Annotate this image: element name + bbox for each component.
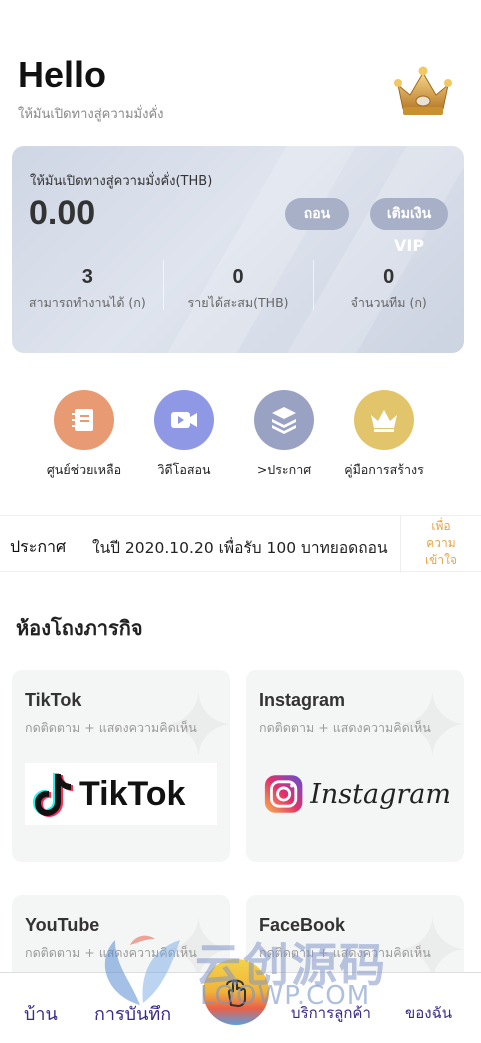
- notebook-icon: [54, 390, 114, 450]
- quick-link-announcement[interactable]: >ประกาศ: [234, 390, 334, 480]
- header: Hello ให้มันเปิดทางสู่ความมั่งคั่ง: [18, 55, 458, 130]
- quick-links: ศูนย์ช่วยเหลือ วิดีโอสอน >ประกาศ คู่มือก…: [34, 390, 434, 480]
- stat-team-size: 0 จำนวนทีม (ก): [313, 260, 464, 322]
- notice-bar: ประกาศ ในปี 2020.10.20 เพื่อรับ 100 บาทย…: [0, 515, 481, 573]
- tap-hand-icon: [226, 979, 246, 1008]
- tab-mine[interactable]: ของฉัน: [405, 1001, 452, 1025]
- tab-customer-service[interactable]: บริการลูกค้า: [291, 1001, 371, 1025]
- vip-badge[interactable]: VIP: [394, 236, 424, 255]
- stat-total-income: 0 รายได้สะสม(THB): [162, 260, 314, 322]
- wallet-label: ให้มันเปิดทางสู่ความมั่งคั่ง(THB): [30, 174, 213, 189]
- task-card-tiktok[interactable]: ✦ TikTok กดติดตาม + แสดงความคิดเห็น TikT…: [12, 670, 230, 862]
- center-action-button[interactable]: [203, 959, 269, 1025]
- section-title: ห้องโถงภารกิจ: [16, 616, 143, 640]
- wallet-card: ให้มันเปิดทางสู่ความมั่งคั่ง(THB) 0.00 ถ…: [12, 146, 464, 353]
- wallet-amount: 0.00: [29, 194, 96, 232]
- quick-link-video-tutorial[interactable]: วิดีโอสอน: [134, 390, 234, 480]
- notice-detail-button[interactable]: เพื่อ ความ เข้าใจ: [400, 516, 481, 573]
- video-icon: [154, 390, 214, 450]
- tab-records[interactable]: การบันทึก: [94, 999, 171, 1028]
- crown-icon: [354, 390, 414, 450]
- task-card-instagram[interactable]: ✦ Instagram กดติดตาม + แสดงความคิดเห็น I…: [246, 670, 464, 862]
- tab-home[interactable]: บ้าน: [24, 999, 58, 1028]
- books-icon: [254, 390, 314, 450]
- crown-icon[interactable]: [392, 63, 454, 119]
- notice-title: ประกาศ: [10, 537, 67, 556]
- quick-link-guide[interactable]: คู่มือการสร้างร: [334, 390, 434, 480]
- quick-link-help-center[interactable]: ศูนย์ช่วยเหลือ: [34, 390, 134, 480]
- wallet-stats: 3 สามารถทำงานได้ (ก) 0 รายได้สะสม(THB) 0…: [12, 260, 464, 322]
- notice-marquee: ในปี 2020.10.20 เพื่อรับ 100 บาทยอดถอน: [92, 539, 388, 557]
- instagram-logo: Instagram: [259, 763, 451, 825]
- bottom-tab-bar: บ้าน การบันทึก บริการลูกค้า ของฉัน: [0, 959, 481, 1043]
- tiktok-logo: TikTok: [25, 763, 217, 825]
- withdraw-button[interactable]: ถอน: [285, 198, 349, 230]
- stat-available-tasks: 3 สามารถทำงานได้ (ก): [28, 266, 146, 310]
- topup-button[interactable]: เติมเงิน: [370, 198, 448, 230]
